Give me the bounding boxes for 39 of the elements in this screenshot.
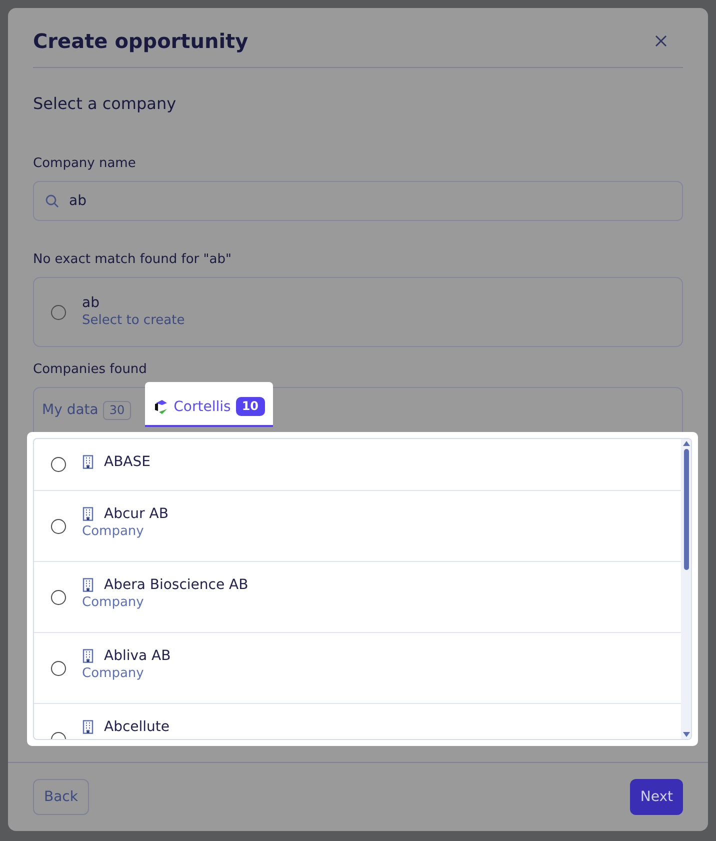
option-title: ab [82, 294, 100, 312]
close-icon[interactable] [655, 35, 667, 47]
radio-button[interactable] [51, 590, 66, 604]
company-name: Abera Bioscience AB [104, 576, 248, 594]
step-title: Select a company [33, 93, 178, 115]
company-name: Abcellute [104, 718, 170, 736]
radio-button[interactable] [51, 660, 66, 676]
create-option[interactable]: ab Select to create [33, 277, 683, 347]
section-label: Companies found [33, 361, 148, 379]
search-icon [45, 194, 59, 208]
tab[interactable]: Cortellis 10 [144, 382, 273, 427]
building-icon [82, 455, 94, 469]
dialog-title: Create opportunity [33, 28, 248, 54]
company-row[interactable]: ABASE [34, 439, 681, 491]
company-type: Company [82, 594, 145, 612]
building-icon [82, 507, 94, 521]
company-type: Company [82, 665, 145, 683]
company-row[interactable]: Abliva AB Company [34, 633, 681, 704]
company-name: Abcur AB [104, 505, 168, 523]
scroll-down-icon[interactable] [682, 732, 690, 737]
radio-button[interactable] [51, 304, 66, 320]
search-field[interactable]: ab [33, 181, 683, 221]
scroll-up-icon[interactable] [682, 441, 690, 446]
no-match-message: No exact match found for "ab" [33, 251, 232, 269]
building-icon [82, 578, 94, 592]
company-row[interactable]: Abcur AB Company [34, 491, 681, 562]
radio-button[interactable] [51, 457, 66, 472]
scrollbar[interactable] [681, 439, 691, 739]
footer-button[interactable]: Next [630, 779, 683, 815]
option-subtitle: Select to create [82, 312, 185, 330]
company-type: Company [82, 523, 145, 541]
logo-icon [152, 398, 169, 414]
building-icon [82, 720, 94, 734]
company-name: Abliva AB [104, 647, 171, 665]
company-name: ABASE [104, 453, 150, 471]
field-label: Company name [33, 155, 137, 173]
building-icon [82, 649, 94, 663]
company-row[interactable]: Abera Bioscience AB Company [34, 562, 681, 633]
radio-button[interactable] [51, 518, 66, 534]
